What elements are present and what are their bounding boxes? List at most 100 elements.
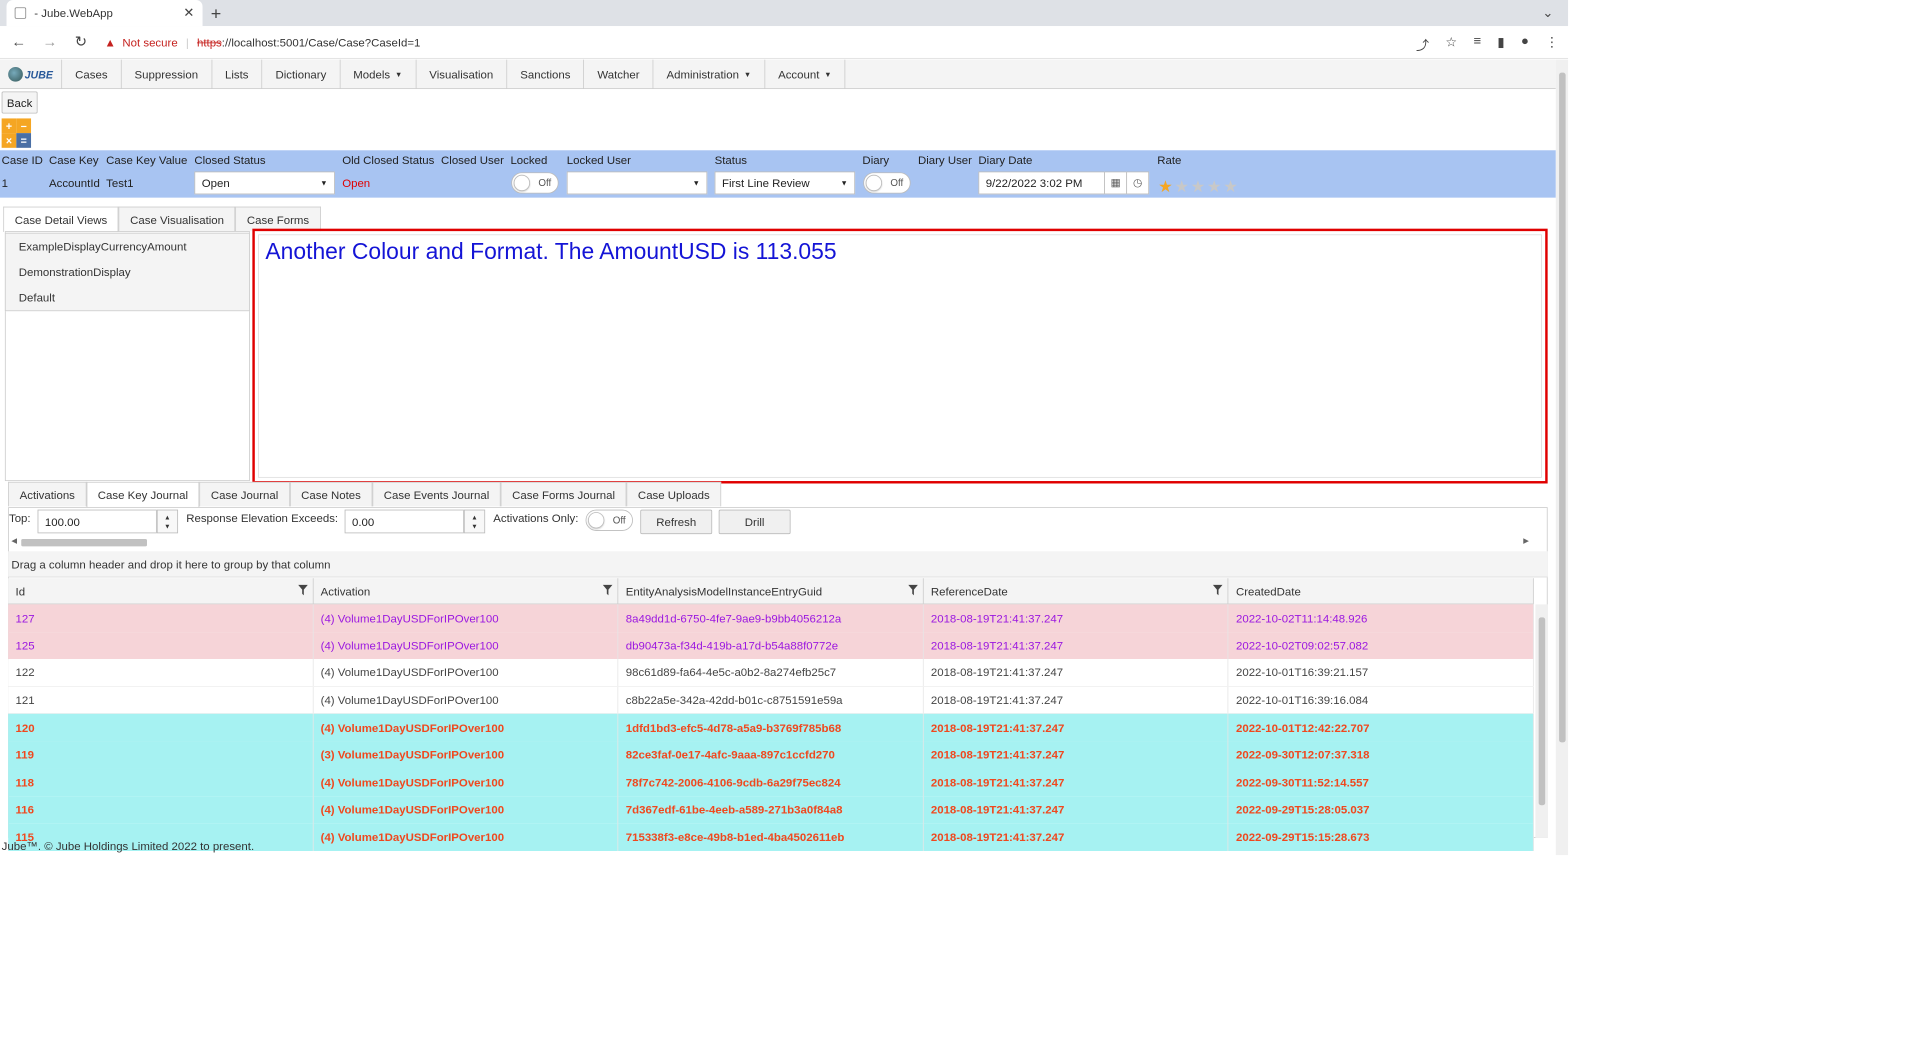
forward-arrow-icon[interactable]: → bbox=[38, 33, 63, 50]
menu-icon[interactable]: ⋮ bbox=[1545, 34, 1558, 54]
table-row[interactable]: 122 (4) Volume1DayUSDForIPOver100 98c61d89… bbox=[8, 659, 1534, 687]
caret-up-icon[interactable]: ▲ bbox=[164, 512, 170, 521]
share-icon[interactable]: ⤴ bbox=[1416, 34, 1429, 54]
side-panel-icon[interactable]: ▮ bbox=[1497, 34, 1504, 54]
diary-toggle[interactable]: Off bbox=[863, 172, 911, 194]
column-header[interactable]: ReferenceDate bbox=[924, 578, 1229, 604]
view-item[interactable]: DemonstrationDisplay bbox=[6, 259, 249, 284]
tab-case-notes[interactable]: Case Notes bbox=[289, 481, 373, 507]
star-icon[interactable]: ★ bbox=[1207, 178, 1223, 196]
filter-icon[interactable] bbox=[602, 584, 613, 596]
star-icon[interactable]: ★ bbox=[1158, 178, 1174, 196]
column-header[interactable]: CreatedDate bbox=[1229, 578, 1534, 604]
caret-down-icon[interactable]: ▼ bbox=[164, 521, 170, 530]
display-frame: Another Colour and Format. The AmountUSD… bbox=[252, 228, 1548, 484]
nav-models[interactable]: Models ▼ bbox=[340, 59, 417, 90]
address-bar[interactable]: ▲ Not secure | https ://localhost:5001/C… bbox=[105, 36, 421, 49]
top-stepper[interactable]: ▲ ▼ bbox=[156, 509, 179, 534]
back-button[interactable]: Back bbox=[1, 91, 38, 114]
star-icon[interactable]: ★ bbox=[1223, 178, 1239, 196]
table-row[interactable]: 121 (4) Volume1DayUSDForIPOver100 c8b22a5e… bbox=[8, 686, 1534, 714]
nav-cases[interactable]: Cases bbox=[62, 59, 122, 90]
view-item[interactable]: ExampleDisplayCurrencyAmount bbox=[6, 234, 249, 259]
response-elevation-stepper[interactable]: ▲ ▼ bbox=[463, 509, 486, 534]
activations-toggle-label: Off bbox=[612, 514, 626, 526]
scroll-right-icon[interactable]: ▶ bbox=[1523, 537, 1529, 546]
top-input[interactable]: 100.00 bbox=[37, 509, 157, 534]
caret-down-icon[interactable]: ▼ bbox=[471, 521, 477, 530]
nav-visualisation[interactable]: Visualisation bbox=[416, 59, 508, 90]
table-row[interactable]: 116 (4) Volume1DayUSDForIPOver100 7d367edf… bbox=[8, 795, 1534, 824]
table-row[interactable]: 120 (4) Volume1DayUSDForIPOver100 1dfd1bd3… bbox=[8, 713, 1534, 742]
table-cell: 121 bbox=[8, 686, 314, 713]
tab-case-detail-views[interactable]: Case Detail Views bbox=[3, 206, 119, 232]
reload-icon[interactable]: ↻ bbox=[69, 33, 94, 50]
caret-up-icon[interactable]: ▲ bbox=[471, 512, 477, 521]
table-cell: 2022-09-29T15:15:28.673 bbox=[1229, 823, 1534, 851]
group-by-hint[interactable]: Drag a column header and drop it here to… bbox=[8, 551, 1548, 578]
star-icon[interactable]: ★ bbox=[1191, 178, 1207, 196]
scroll-thumb[interactable] bbox=[21, 539, 148, 547]
nav-account[interactable]: Account ▼ bbox=[765, 59, 846, 90]
locked-toggle[interactable]: Off bbox=[511, 172, 559, 194]
tab-case-forms-journal[interactable]: Case Forms Journal bbox=[500, 481, 627, 507]
close-tab-icon[interactable]: ✕ bbox=[183, 5, 194, 21]
table-row[interactable]: 119 (3) Volume1DayUSDForIPOver100 82ce3faf… bbox=[8, 741, 1534, 769]
rating-stars[interactable]: ★★★★★ bbox=[1158, 176, 1239, 196]
grid-body: 127 (4) Volume1DayUSDForIPOver100 8a49dd1d… bbox=[8, 604, 1534, 851]
filter-icon[interactable] bbox=[297, 584, 308, 596]
calendar-icon[interactable]: ▦ bbox=[1104, 171, 1128, 195]
clock-icon[interactable]: ◷ bbox=[1126, 171, 1150, 195]
scroll-thumb[interactable] bbox=[1538, 617, 1546, 806]
star-icon[interactable]: ★ bbox=[1174, 178, 1190, 196]
scroll-left-icon[interactable]: ◀ bbox=[11, 537, 17, 546]
nav-lists[interactable]: Lists bbox=[212, 59, 263, 90]
table-cell: 2022-10-01T16:39:16.084 bbox=[1229, 686, 1534, 713]
grid-vertical-scrollbar[interactable] bbox=[1535, 604, 1548, 838]
drill-button[interactable]: Drill bbox=[718, 509, 791, 535]
tab-case-forms[interactable]: Case Forms bbox=[235, 206, 321, 232]
jube-logo[interactable]: JUBE bbox=[0, 59, 63, 90]
column-header[interactable]: EntityAnalysisModelInstanceEntryGuid bbox=[618, 578, 924, 604]
tab-case-journal[interactable]: Case Journal bbox=[199, 481, 290, 507]
diary-date-input[interactable]: 9/22/2022 3:02 PM bbox=[978, 171, 1105, 195]
nav-dictionary[interactable]: Dictionary bbox=[262, 59, 341, 90]
star-icon[interactable]: ☆ bbox=[1445, 34, 1457, 54]
nav-sanctions[interactable]: Sanctions bbox=[507, 59, 585, 90]
table-row[interactable]: 125 (4) Volume1DayUSDForIPOver100 db90473a… bbox=[8, 631, 1534, 660]
filter-icon[interactable] bbox=[907, 584, 918, 596]
toggle-knob bbox=[865, 174, 883, 192]
browser-tab[interactable]: - Jube.WebApp ✕ bbox=[6, 0, 203, 27]
locked-user-select[interactable]: ▼ bbox=[566, 171, 708, 195]
table-cell: (4) Volume1DayUSDForIPOver100 bbox=[313, 604, 619, 632]
closed-status-select[interactable]: Open ▼ bbox=[194, 171, 335, 195]
label-status: Status bbox=[714, 153, 748, 167]
status-select[interactable]: First Line Review ▼ bbox=[714, 171, 856, 195]
tab-case-visualisation[interactable]: Case Visualisation bbox=[118, 206, 236, 232]
column-header[interactable]: Activation bbox=[313, 578, 619, 604]
view-item[interactable]: Default bbox=[6, 284, 249, 309]
nav-administration[interactable]: Administration ▼ bbox=[653, 59, 766, 90]
horizontal-scrollbar[interactable]: ◀ ▶ bbox=[10, 537, 1529, 548]
response-elevation-input[interactable]: 0.00 bbox=[344, 509, 464, 534]
profile-icon[interactable]: ● bbox=[1521, 34, 1529, 54]
back-arrow-icon[interactable]: ← bbox=[7, 33, 32, 50]
filter-icon[interactable] bbox=[1213, 584, 1223, 596]
refresh-button[interactable]: Refresh bbox=[640, 509, 713, 535]
reading-list-icon[interactable]: ≡ bbox=[1473, 34, 1481, 54]
tab-case-events-journal[interactable]: Case Events Journal bbox=[372, 481, 501, 507]
chevron-down-icon[interactable]: ⌄ bbox=[1542, 5, 1553, 21]
table-row[interactable]: 127 (4) Volume1DayUSDForIPOver100 8a49dd1d… bbox=[8, 604, 1534, 632]
tab-activations[interactable]: Activations bbox=[8, 481, 87, 507]
tab-case-uploads[interactable]: Case Uploads bbox=[626, 481, 722, 507]
column-header[interactable]: Id bbox=[8, 578, 314, 604]
tab-case-key-journal[interactable]: Case Key Journal bbox=[86, 481, 200, 508]
table-row[interactable]: 118 (4) Volume1DayUSDForIPOver100 78f7c742… bbox=[8, 768, 1534, 796]
page-scrollbar[interactable] bbox=[1555, 59, 1569, 856]
calculator-icon[interactable]: + − × = bbox=[1, 118, 32, 148]
activations-only-toggle[interactable]: Off bbox=[585, 509, 633, 531]
scroll-thumb[interactable] bbox=[1559, 72, 1566, 743]
new-tab-icon[interactable]: + bbox=[211, 3, 222, 24]
nav-watcher[interactable]: Watcher bbox=[584, 59, 654, 90]
nav-suppression[interactable]: Suppression bbox=[121, 59, 212, 90]
